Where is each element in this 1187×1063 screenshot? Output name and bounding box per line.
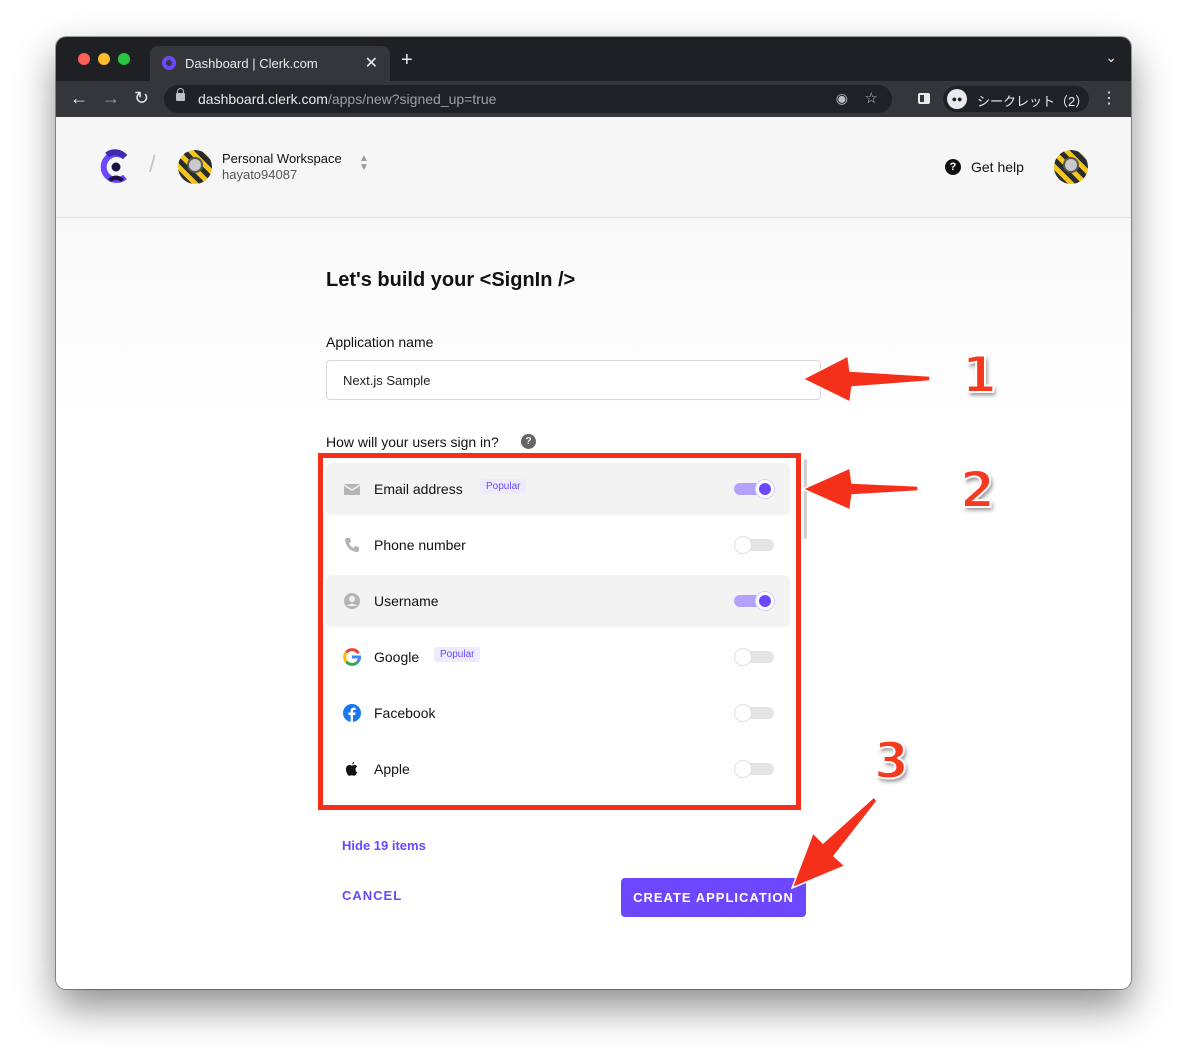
arrow-1-icon [801, 354, 931, 404]
arrow-3-icon [790, 795, 878, 890]
step-number-1: 1 [961, 345, 998, 405]
arrow-2-icon [801, 466, 919, 512]
annotation-arrows [790, 354, 931, 890]
step-number-3: 3 [873, 731, 910, 791]
step-number-2: 2 [959, 460, 996, 520]
